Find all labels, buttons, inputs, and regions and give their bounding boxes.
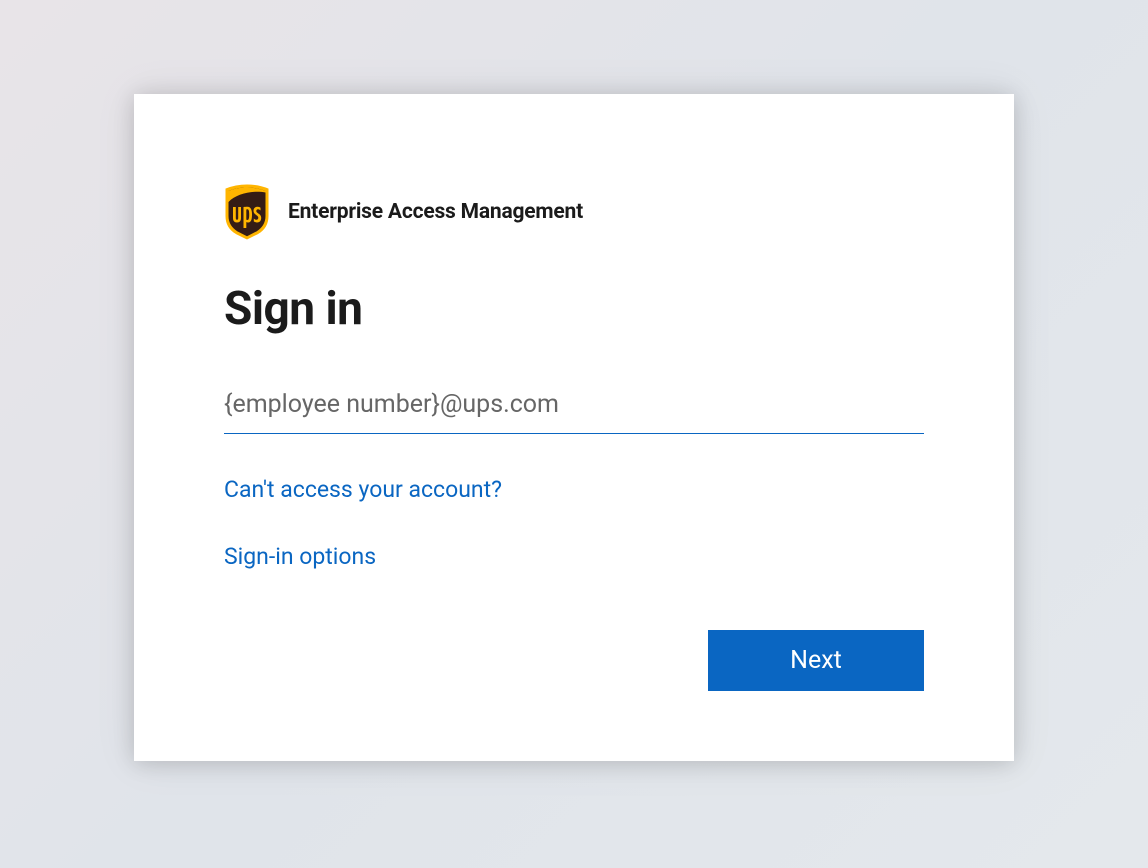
cant-access-account-link[interactable]: Can't access your account? bbox=[224, 476, 924, 503]
button-row: Next bbox=[224, 630, 924, 691]
brand-header: Enterprise Access Management bbox=[224, 184, 924, 240]
next-button[interactable]: Next bbox=[708, 630, 924, 691]
brand-product-name: Enterprise Access Management bbox=[288, 200, 583, 224]
email-input[interactable] bbox=[224, 384, 924, 434]
ups-shield-logo-icon bbox=[224, 184, 270, 240]
help-links-section: Can't access your account? Sign-in optio… bbox=[224, 476, 924, 570]
signin-card: Enterprise Access Management Sign in Can… bbox=[134, 94, 1014, 761]
signin-options-link[interactable]: Sign-in options bbox=[224, 543, 924, 570]
signin-title: Sign in bbox=[224, 282, 924, 336]
